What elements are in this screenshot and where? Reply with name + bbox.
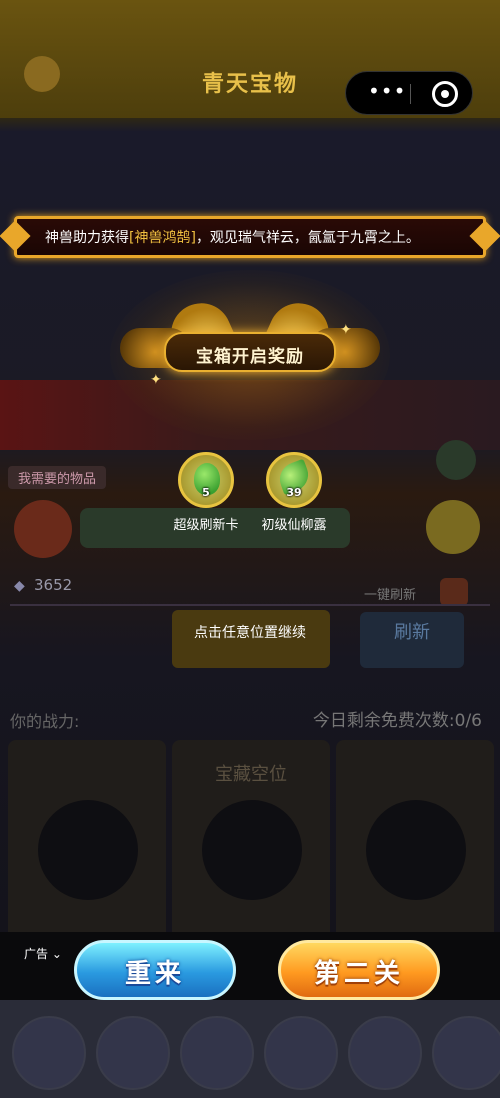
background-drop-icon xyxy=(436,440,476,480)
background-card-circle xyxy=(366,800,466,900)
reward-item-count: 39 xyxy=(286,486,302,499)
background-card: 宝藏空位 xyxy=(172,740,330,940)
message-prefix: 神兽助力获得 xyxy=(45,230,129,246)
message-text: 神兽助力获得[神兽鸿鹄]，观见瑞气祥云，氤氲于九霄之上。 xyxy=(45,227,420,247)
background-one-click-refresh: 一键刷新 xyxy=(364,588,417,603)
message-highlight: [神兽鸿鹄] xyxy=(129,230,196,246)
continue-hint[interactable]: 点击任意位置继续 xyxy=(172,622,328,642)
background-bubble xyxy=(264,1016,338,1090)
background-refresh-button: 刷新 xyxy=(360,612,464,668)
reward-item-label: 超级刷新卡 xyxy=(173,518,239,533)
background-card xyxy=(336,740,494,940)
reward-item[interactable]: 39 初级仙柳露 xyxy=(244,452,344,533)
reward-item-count: 5 xyxy=(202,486,210,499)
background-refresh-icon xyxy=(440,578,468,606)
background-power-label: 你的战力: xyxy=(10,712,80,731)
background-free-times: 今日剩余免费次数:0/6 xyxy=(312,711,482,731)
background-detail-button xyxy=(426,500,480,554)
sparkle-icon: ✦ xyxy=(150,372,162,388)
reward-item-label: 初级仙柳露 xyxy=(261,518,327,533)
willow-leaf-icon: 39 xyxy=(266,452,322,508)
background-needed-items-tag: 我需要的物品 xyxy=(8,466,107,489)
background-gem-value: 3652 xyxy=(34,576,73,594)
background-bubble xyxy=(12,1016,86,1090)
capsule-divider xyxy=(410,84,411,104)
background-bubble xyxy=(96,1016,170,1090)
background-bubble xyxy=(348,1016,422,1090)
next-level-button[interactable]: 第二关 xyxy=(278,940,440,1000)
retry-button[interactable]: 重来 xyxy=(74,940,236,1000)
background-bubble xyxy=(432,1016,500,1090)
message-scroll-banner: 神兽助力获得[神兽鸿鹄]，观见瑞气祥云，氤氲于九霄之上。 xyxy=(14,216,486,258)
reward-item[interactable]: 5 超级刷新卡 xyxy=(156,452,256,533)
background-card-title: 宝藏空位 xyxy=(215,764,287,785)
background-card-circle xyxy=(202,800,302,900)
sparkle-icon: ✦ xyxy=(340,322,352,338)
background-card xyxy=(8,740,166,940)
record-close-icon[interactable] xyxy=(432,81,458,107)
message-suffix: ，观见瑞气祥云，氤氲于九霄之上。 xyxy=(195,230,420,246)
reward-title-plaque: 宝箱开启奖励 xyxy=(164,332,336,372)
ad-tag[interactable]: 广告 ⌄ xyxy=(24,945,62,962)
background-card-circle xyxy=(38,800,138,900)
background-bubble xyxy=(180,1016,254,1090)
background-bottom-strip xyxy=(0,1000,500,1098)
reward-title: 宝箱开启奖励 xyxy=(196,347,304,367)
refresh-card-icon: 5 xyxy=(178,452,234,508)
miniprogram-capsule: ••• xyxy=(345,71,473,115)
background-item-slot xyxy=(14,500,72,558)
more-dots-icon[interactable]: ••• xyxy=(368,81,405,103)
gem-icon: ◆ xyxy=(14,578,25,594)
background-divider xyxy=(10,604,490,606)
